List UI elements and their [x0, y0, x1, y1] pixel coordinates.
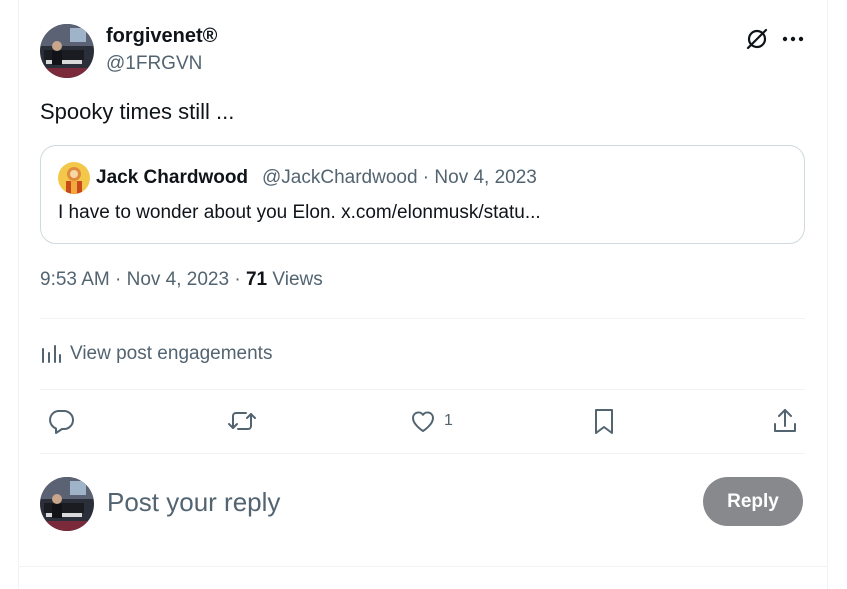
analytics-icon: [42, 345, 61, 363]
engagements-label: View post engagements: [70, 343, 273, 364]
like-action-button[interactable]: 1: [408, 405, 453, 437]
share-icon: [774, 409, 796, 432]
separator: ·: [115, 269, 127, 290]
view-engagements-link[interactable]: View post engagements: [40, 340, 272, 368]
repost-icon: [228, 412, 256, 430]
current-user-avatar[interactable]: [40, 477, 94, 531]
divider: [40, 389, 805, 390]
repost-action-button[interactable]: [226, 405, 258, 437]
piano-player-avatar-icon: [40, 24, 94, 78]
quoted-author-avatar[interactable]: [58, 162, 90, 194]
post-text: Spooky times still ...: [40, 99, 235, 124]
grok-icon[interactable]: [744, 26, 770, 52]
post-time[interactable]: 9:53 AM: [40, 269, 110, 290]
author-display-name[interactable]: forgivenet®: [106, 25, 217, 48]
views-count: 71: [245, 269, 273, 290]
reply-button[interactable]: Reply: [703, 477, 803, 526]
divider: [40, 318, 805, 319]
comment-icon: [49, 410, 74, 434]
like-count: 1: [444, 412, 453, 429]
author-avatar[interactable]: [40, 24, 94, 78]
bookmark-icon: [595, 409, 613, 434]
heart-icon: [411, 411, 435, 432]
post-timestamp-row: 9:53 AM · Nov 4, 2023 · 71 Views: [40, 269, 323, 291]
quoted-author-name[interactable]: Jack Chardwood: [96, 167, 248, 189]
bookmark-action-button[interactable]: [590, 405, 618, 437]
share-action-button[interactable]: [770, 405, 800, 437]
quoted-post-text: I have to wonder about you Elon. x.com/e…: [58, 202, 541, 223]
reply-input[interactable]: [107, 483, 667, 521]
divider: [19, 566, 827, 567]
piano-player-avatar-icon: [40, 477, 94, 531]
post-date[interactable]: Nov 4, 2023: [127, 269, 229, 290]
separator: ·: [234, 269, 246, 290]
divider: [40, 453, 805, 454]
golden-figure-avatar-icon: [58, 162, 90, 194]
reply-action-button[interactable]: [46, 405, 76, 437]
quoted-author-meta[interactable]: @JackChardwood · Nov 4, 2023: [262, 167, 537, 189]
author-handle[interactable]: @1FRGVN: [106, 53, 202, 75]
quoted-post-card[interactable]: Jack Chardwood @JackChardwood · Nov 4, 2…: [40, 145, 805, 244]
views-label: Views: [272, 269, 323, 290]
more-options-icon[interactable]: [780, 26, 806, 52]
